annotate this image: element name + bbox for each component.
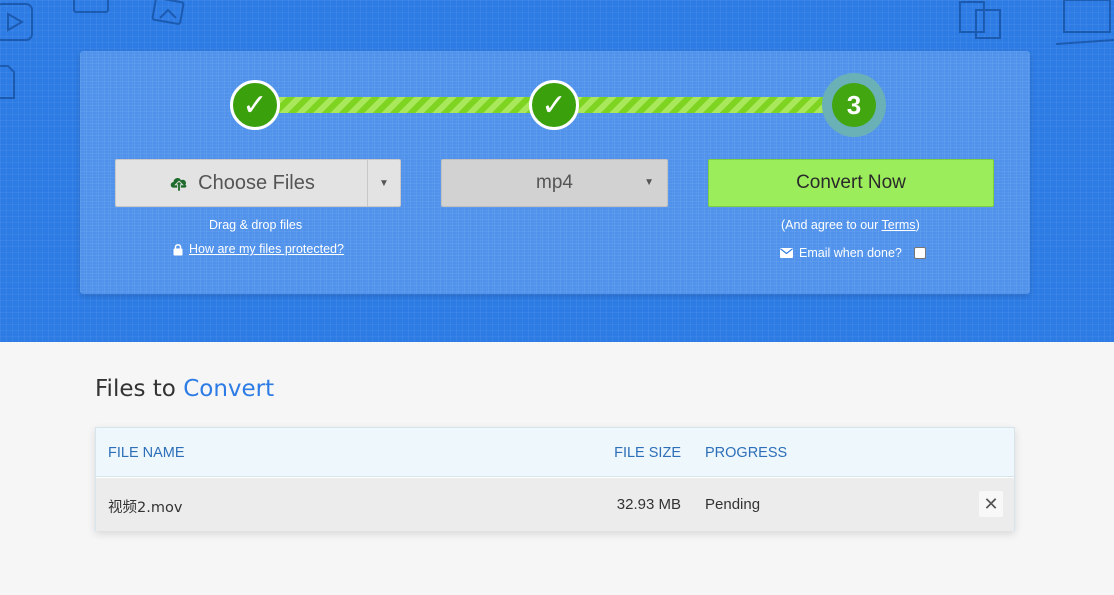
convert-now-button[interactable]: Convert Now <box>708 159 994 207</box>
output-format-select[interactable]: mp4 ▼ <box>441 159 668 207</box>
video-play-icon <box>0 3 33 41</box>
step-2-complete-check-icon: ✓ <box>529 80 579 130</box>
convert-now-label: Convert Now <box>796 172 906 193</box>
terms-link[interactable]: Terms <box>882 218 916 232</box>
envelope-icon <box>780 248 793 258</box>
column-header-progress: PROGRESS <box>705 445 788 461</box>
image-file-icon <box>151 0 185 25</box>
progress-status-cell: Pending <box>705 496 761 513</box>
terms-agreement: (And agree to our Terms) <box>781 218 920 232</box>
choose-files-button[interactable]: Choose Files <box>116 160 367 206</box>
files-table-header: FILE NAME FILE SIZE PROGRESS <box>96 428 1014 477</box>
file-doc-icon <box>0 65 15 99</box>
files-title-accent: Convert <box>183 376 275 402</box>
files-protected-link[interactable]: How are my files protected? <box>189 242 344 256</box>
close-icon: ✕ <box>983 493 999 514</box>
choose-files-dropdown-toggle[interactable]: ▼ <box>367 160 400 206</box>
caret-down-icon: ▼ <box>644 177 654 188</box>
files-title-prefix: Files to <box>95 376 184 402</box>
lock-icon <box>173 243 183 255</box>
step-1-complete-check-icon: ✓ <box>230 80 280 130</box>
wav-file-icon <box>73 0 109 13</box>
choose-files-label: Choose Files <box>198 171 315 194</box>
hero-banner: ✓ ✓ 3 Choose Files ▼ mp4 ▼ Convert Now D… <box>0 0 1114 342</box>
progress-track-2 <box>566 97 842 113</box>
file-size-cell: 32.93 MB <box>616 496 681 513</box>
remove-file-button[interactable]: ✕ <box>979 491 1003 517</box>
files-table: FILE NAME FILE SIZE PROGRESS 视频2.mov 32.… <box>95 427 1015 531</box>
progress-track-1 <box>270 97 540 113</box>
column-header-file-name: FILE NAME <box>108 445 185 461</box>
terms-prefix: (And agree to our <box>781 218 882 232</box>
output-format-value: mp4 <box>536 172 573 193</box>
files-section-title: Files to Convert <box>95 376 274 402</box>
table-row: 视频2.mov 32.93 MB Pending ✕ <box>96 478 1014 531</box>
terms-suffix: ) <box>915 218 920 232</box>
files-protected-link-row: How are my files protected? <box>172 242 344 256</box>
documents-stack-icon <box>959 1 1001 39</box>
laptop-icon <box>1055 0 1114 45</box>
email-when-done-row: Email when done? <box>780 246 926 260</box>
drag-drop-hint: Drag & drop files <box>209 218 303 232</box>
file-name-cell: 视频2.mov <box>108 500 183 516</box>
choose-files-button-group: Choose Files ▼ <box>115 159 401 207</box>
email-when-done-label: Email when done? <box>799 246 902 260</box>
column-header-file-size: FILE SIZE <box>614 445 681 461</box>
email-when-done-checkbox[interactable] <box>913 247 926 259</box>
cloud-upload-icon <box>170 177 187 192</box>
caret-down-icon: ▼ <box>379 177 389 189</box>
step-3-current: 3 <box>822 73 886 137</box>
